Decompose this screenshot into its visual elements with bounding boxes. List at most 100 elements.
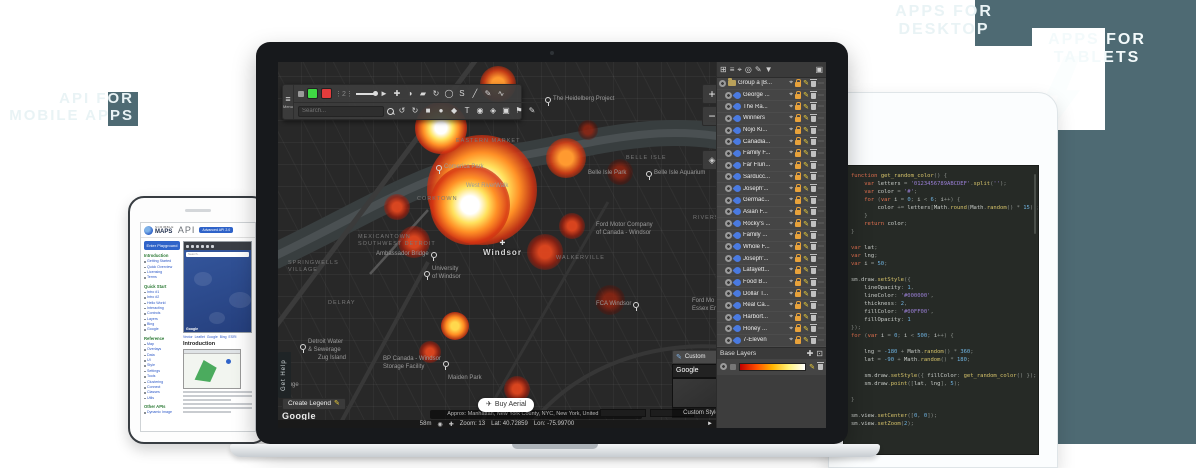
lock-icon[interactable] — [795, 281, 801, 286]
width-stepper[interactable]: ⋮2⋮ — [335, 90, 353, 98]
more-options-icon[interactable]: ⋯ — [818, 197, 824, 204]
line-icon[interactable]: ╱ — [470, 90, 480, 98]
lock-icon[interactable] — [795, 316, 801, 321]
eraser-icon[interactable]: ▰ — [418, 90, 428, 98]
delete-icon[interactable] — [818, 364, 823, 370]
create-legend-button[interactable]: Create Legend ✎ — [282, 398, 346, 410]
docs-map-search-input[interactable]: Search... — [186, 252, 249, 257]
add-group-icon[interactable]: ⊞ — [720, 65, 727, 75]
zoom-to-layer-icon[interactable]: ⌖ — [789, 231, 793, 239]
edit-icon[interactable]: ✎ — [803, 103, 809, 111]
edit-icon[interactable]: ✎ — [803, 114, 809, 122]
edit-icon[interactable]: ✎ — [803, 149, 809, 157]
heat-gradient-bar[interactable] — [739, 363, 806, 371]
edit-icon[interactable]: ✎ — [803, 185, 809, 193]
zoom-to-layer-icon[interactable]: ⌖ — [789, 313, 793, 321]
more-options-icon[interactable]: ⋯ — [818, 127, 824, 134]
edit-icon[interactable]: ✎ — [803, 301, 809, 309]
zoom-to-layer-icon[interactable]: ⌖ — [789, 243, 793, 251]
base-map-select[interactable]: Google ▾ — [672, 364, 716, 378]
zoom-to-layer-icon[interactable]: ⌖ — [789, 290, 793, 298]
layer-row[interactable]: Nojo Ki... ⌖ ✎ ⋯ — [717, 125, 826, 137]
edit-icon[interactable]: ✎ — [803, 325, 809, 333]
tool-icon[interactable] — [206, 245, 209, 248]
visibility-toggle-icon[interactable] — [725, 232, 732, 239]
lock-icon[interactable] — [795, 82, 801, 87]
zoom-out-button[interactable]: − — [702, 106, 716, 126]
filter-draw-icon[interactable]: ✎ — [755, 65, 762, 75]
engine-link[interactable]: Leaflet — [195, 335, 205, 339]
lock-icon[interactable] — [795, 175, 801, 180]
search-icon[interactable] — [387, 108, 394, 115]
delete-icon[interactable] — [811, 315, 816, 321]
lock-icon[interactable] — [795, 140, 801, 145]
zoom-to-layer-icon[interactable]: ⌖ — [789, 138, 793, 146]
layer-group-row[interactable]: Group a [B... ⌖ ✎ ⋯ — [717, 78, 826, 90]
map-footer-field[interactable] — [600, 409, 646, 417]
tool-icon[interactable] — [191, 245, 194, 248]
globe-icon[interactable]: ◉ — [437, 421, 442, 428]
edit-icon[interactable]: ✎ — [803, 126, 809, 134]
zoom-to-layer-icon[interactable]: ⌖ — [789, 208, 793, 216]
engine-link[interactable]: Vector — [183, 335, 193, 339]
lock-icon[interactable] — [795, 164, 801, 169]
code-lines[interactable]: function get_random_color() { var letter… — [851, 172, 1036, 428]
edit-icon[interactable]: ✎ — [803, 278, 809, 286]
edit-icon[interactable]: ✎ — [803, 79, 809, 87]
lock-icon[interactable] — [795, 105, 801, 110]
get-help-tab[interactable]: Get Help — [278, 352, 291, 398]
more-options-icon[interactable]: ⋯ — [818, 103, 824, 110]
more-options-icon[interactable]: ⋯ — [818, 279, 824, 286]
more-options-icon[interactable]: ⋯ — [818, 150, 824, 157]
lock-icon[interactable] — [795, 129, 801, 134]
layer-row[interactable]: Honey ... ⌖ ✎ ⋯ — [717, 323, 826, 335]
more-options-icon[interactable]: ⋯ — [818, 232, 824, 239]
visibility-toggle-icon[interactable] — [725, 243, 732, 250]
shapes-icon[interactable]: ◈ — [488, 107, 498, 115]
undo-icon[interactable]: ↺ — [397, 107, 407, 115]
zoom-to-layer-icon[interactable]: ⌖ — [789, 196, 793, 204]
edit-icon[interactable]: ✎ — [803, 231, 809, 239]
nav-link[interactable]: Dynamic Image — [144, 410, 180, 415]
engine-link[interactable]: Google — [207, 335, 218, 339]
visibility-toggle-icon[interactable] — [725, 208, 732, 215]
visibility-toggle-icon[interactable] — [725, 220, 732, 227]
docs-map-demo[interactable]: Search... Google — [183, 241, 252, 333]
engine-link[interactable]: ESRI — [229, 335, 237, 339]
lock-icon[interactable] — [795, 269, 801, 274]
visibility-toggle-icon[interactable] — [725, 279, 732, 286]
tool-icon[interactable] — [196, 245, 199, 248]
visibility-toggle-icon[interactable] — [725, 337, 732, 344]
edit-icon[interactable]: ✎ — [803, 266, 809, 274]
zoom-to-layer-icon[interactable]: ⌖ — [789, 149, 793, 157]
nav-link[interactable]: Utils — [144, 396, 180, 401]
marker-icon[interactable]: ◉ — [475, 107, 485, 115]
visibility-toggle-icon[interactable] — [725, 138, 732, 145]
delete-icon[interactable] — [811, 198, 816, 204]
lock-icon[interactable] — [795, 327, 801, 332]
more-options-icon[interactable]: ⋯ — [818, 325, 824, 332]
edit-icon[interactable]: ✎ — [803, 313, 809, 321]
tool-icon[interactable] — [211, 245, 214, 248]
visibility-toggle-icon[interactable] — [725, 290, 732, 297]
visibility-toggle-icon[interactable] — [725, 92, 732, 99]
visibility-toggle-icon[interactable] — [725, 255, 732, 262]
menu-button[interactable]: ≡ Menu — [283, 85, 294, 119]
layer-row[interactable]: Far Flun... ⌖ ✎ ⋯ — [717, 160, 826, 172]
zoom-to-layer-icon[interactable]: ⌖ — [789, 79, 793, 87]
more-options-icon[interactable]: ⋯ — [818, 115, 824, 122]
visibility-toggle-icon[interactable] — [720, 363, 727, 370]
edit-icon[interactable]: ✎ — [803, 243, 809, 251]
flag-icon[interactable]: ⚑ — [514, 107, 524, 115]
stroke-color-swatch[interactable] — [298, 91, 304, 97]
delete-icon[interactable] — [811, 93, 816, 99]
layer-row[interactable]: Dollar T... ⌖ ✎ ⋯ — [717, 288, 826, 300]
more-options-icon[interactable]: ⋯ — [818, 138, 824, 145]
layer-row[interactable]: Asian F... ⌖ ✎ ⋯ — [717, 207, 826, 219]
more-options-icon[interactable]: ⋯ — [818, 255, 824, 262]
funnel-icon[interactable]: ▼ — [765, 65, 773, 75]
more-options-icon[interactable]: ⋯ — [818, 92, 824, 99]
layer-row[interactable]: Joseph'... ⌖ ✎ ⋯ — [717, 253, 826, 265]
delete-icon[interactable] — [811, 244, 816, 250]
layer-row[interactable]: Lafayett... ⌖ ✎ ⋯ — [717, 265, 826, 277]
